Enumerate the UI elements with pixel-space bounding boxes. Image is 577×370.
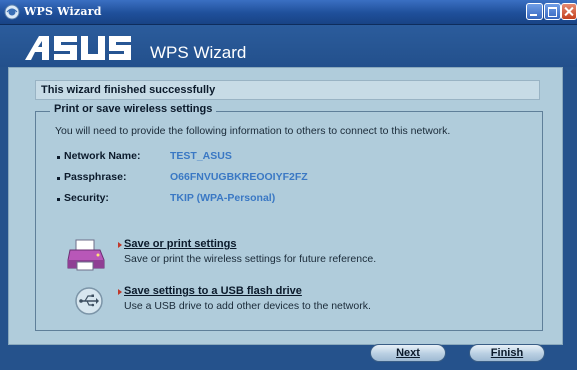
settings-groupbox <box>35 111 543 331</box>
finish-button-label: Finish <box>490 347 524 359</box>
network-name-label: Network Name: <box>64 150 141 162</box>
save-or-print-link[interactable]: Save or print settings <box>124 238 236 250</box>
header-title: WPS Wizard <box>150 43 247 62</box>
window-title: WPS Wizard <box>24 5 102 18</box>
close-button[interactable] <box>561 3 577 20</box>
security-value: TKIP (WPA-Personal) <box>170 192 276 204</box>
save-or-print-description: Save or print the wireless settings for … <box>124 253 377 265</box>
bullet-icon <box>57 177 60 180</box>
status-message: This wizard finished successfully <box>41 84 216 96</box>
title-bar[interactable]: WPS Wizard <box>0 0 577 25</box>
passphrase-value: O66FNVUGBKREOOIYF2FZ <box>170 171 308 183</box>
bullet-icon <box>57 156 60 159</box>
next-button[interactable]: Next <box>370 344 446 362</box>
usb-icon[interactable] <box>74 286 104 316</box>
arrow-icon <box>118 289 122 295</box>
security-label: Security: <box>64 192 109 204</box>
asus-app-icon <box>4 4 20 20</box>
passphrase-label: Passphrase: <box>64 171 127 183</box>
instruction-text: You will need to provide the following i… <box>55 125 451 137</box>
printer-icon[interactable] <box>66 238 106 272</box>
network-name-value: TEST_ASUS <box>170 150 232 162</box>
save-to-usb-description: Use a USB drive to add other devices to … <box>124 300 371 312</box>
finish-button[interactable]: Finish <box>469 344 545 362</box>
groupbox-title: Print or save wireless settings <box>50 103 217 115</box>
minimize-button[interactable] <box>526 3 543 20</box>
next-button-label: Next <box>396 347 420 359</box>
arrow-icon <box>118 242 122 248</box>
save-to-usb-link[interactable]: Save settings to a USB flash drive <box>124 285 302 297</box>
bullet-icon <box>57 198 60 201</box>
maximize-button[interactable] <box>544 3 561 20</box>
wps-wizard-window: WPS Wizard WPS Wizard This wizard finish… <box>0 0 577 370</box>
asus-logo <box>25 36 131 60</box>
